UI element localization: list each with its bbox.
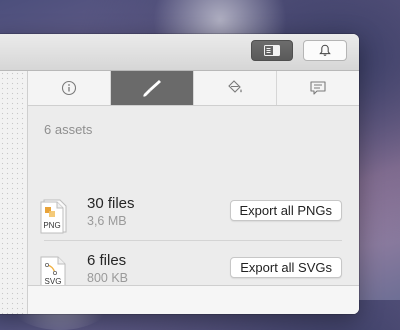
paint-bucket-icon xyxy=(228,80,242,93)
next-section xyxy=(28,286,359,314)
canvas-area[interactable] xyxy=(0,71,28,314)
png-file-count: 30 files xyxy=(87,195,135,212)
tab-info[interactable] xyxy=(28,71,111,105)
row-divider xyxy=(44,240,342,241)
inspector-tabs xyxy=(28,71,359,106)
export-all-svgs-button[interactable]: Export all SVGs xyxy=(230,257,342,278)
asset-row-png: PNG 30 files 3,6 MB Export all PNGs xyxy=(28,192,359,246)
tab-style[interactable] xyxy=(194,71,277,105)
toolbar xyxy=(0,34,359,71)
png-file-size: 3,6 MB xyxy=(87,214,127,228)
bell-icon xyxy=(319,44,331,56)
toggle-panel-button[interactable] xyxy=(251,40,293,61)
info-icon xyxy=(61,80,77,96)
export-all-pngs-button[interactable]: Export all PNGs xyxy=(229,200,342,221)
tab-comments[interactable] xyxy=(277,71,359,105)
sidebar-panel-icon xyxy=(264,45,280,56)
tab-export[interactable] xyxy=(111,71,194,105)
svg-file-count: 6 files xyxy=(87,252,127,269)
comment-icon xyxy=(310,81,326,95)
inspector-panel: 6 assets PNG 30 files 3,6 MB Export all … xyxy=(28,71,359,314)
assets-count-heading: 6 assets xyxy=(44,122,93,137)
app-window: 6 assets PNG 30 files 3,6 MB Export all … xyxy=(0,34,359,314)
png-file-icon: PNG xyxy=(40,199,67,234)
png-badge: PNG xyxy=(43,221,60,230)
notifications-button[interactable] xyxy=(303,40,347,61)
knife-icon xyxy=(143,80,161,97)
svg-file-size: 800 KB xyxy=(87,271,129,285)
